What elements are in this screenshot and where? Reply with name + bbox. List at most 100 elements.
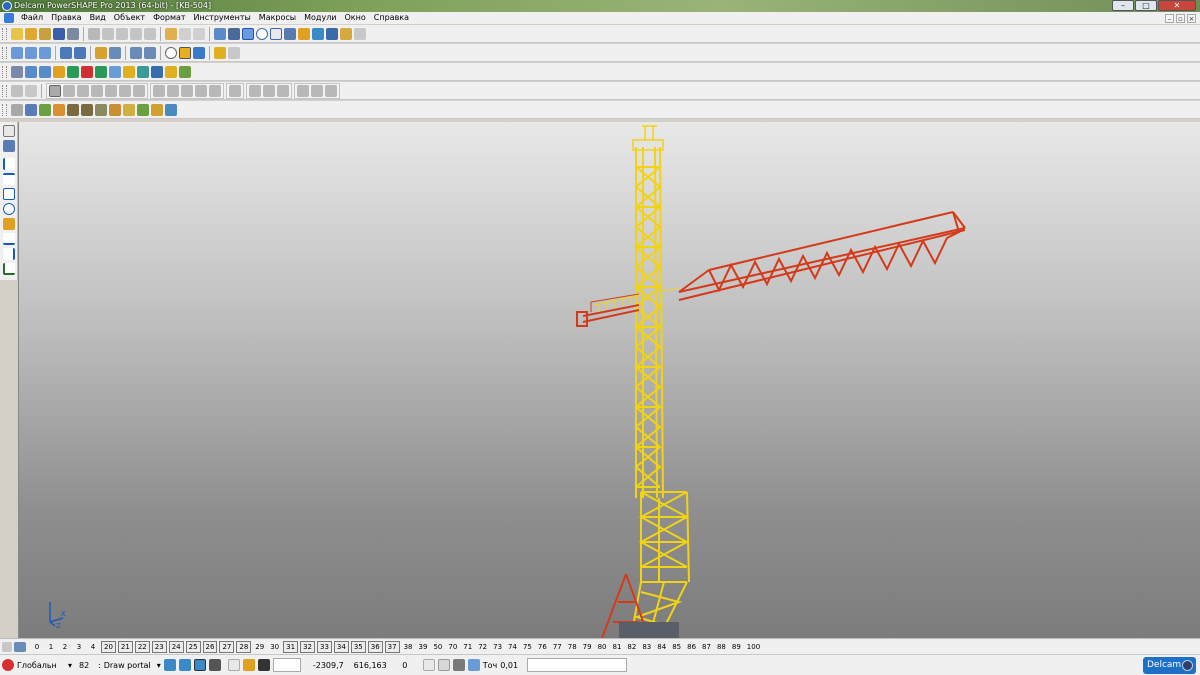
menu-help[interactable]: Справка	[370, 12, 413, 24]
workplane-tool-icon[interactable]	[3, 263, 15, 275]
tolerance-icon[interactable]	[467, 659, 480, 671]
menu-macros[interactable]: Макросы	[255, 12, 300, 24]
close-button[interactable]: ✕	[1158, 0, 1196, 11]
calculator-icon[interactable]	[11, 66, 23, 78]
level-button[interactable]: 3	[73, 642, 85, 652]
undo-icon[interactable]	[165, 28, 177, 40]
menu-file[interactable]: Файл	[17, 12, 47, 24]
surface-orange-icon[interactable]	[53, 104, 65, 116]
level-button[interactable]: 75	[521, 642, 534, 652]
level-button[interactable]: 89	[730, 642, 743, 652]
group-icon[interactable]	[137, 66, 149, 78]
tolerance-value[interactable]: 0,01	[500, 661, 524, 670]
gear-icon[interactable]	[242, 659, 255, 671]
levels-close-icon[interactable]	[2, 641, 12, 652]
menu-tools[interactable]: Инструменты	[190, 12, 255, 24]
clear-icon[interactable]	[452, 659, 465, 671]
grid-snap-icon[interactable]	[227, 659, 240, 671]
solid-view-2-icon[interactable]	[167, 85, 179, 97]
level-button[interactable]: 78	[566, 642, 579, 652]
level-button[interactable]: 35	[350, 640, 366, 653]
solid-view-5-icon[interactable]	[209, 85, 221, 97]
view-iso2-icon[interactable]	[25, 47, 37, 59]
delete-icon[interactable]	[144, 28, 156, 40]
surface-green-icon[interactable]	[39, 104, 51, 116]
toolbar-grip[interactable]	[2, 28, 7, 40]
solid-view-1-icon[interactable]	[153, 85, 165, 97]
graphics-viewport[interactable]: X Z	[18, 122, 1200, 638]
level-button[interactable]: 27	[219, 640, 235, 653]
vehicle-icon[interactable]	[81, 104, 93, 116]
menu-view[interactable]: Вид	[86, 12, 110, 24]
render-icon[interactable]	[193, 47, 205, 59]
dimension-icon[interactable]	[3, 233, 15, 245]
level-button[interactable]: 82	[625, 642, 638, 652]
level-button[interactable]: 23	[151, 640, 167, 653]
clip-2-icon[interactable]	[311, 85, 323, 97]
level-button[interactable]: 25	[185, 640, 201, 653]
level-button[interactable]: 86	[685, 642, 698, 652]
select-arrow-icon[interactable]	[3, 125, 15, 137]
clip-1-icon[interactable]	[297, 85, 309, 97]
assembly-icon[interactable]	[179, 66, 191, 78]
measure-icon[interactable]	[228, 28, 240, 40]
toolbar-grip[interactable]	[2, 66, 7, 78]
level-button[interactable]: 34	[333, 640, 349, 653]
solid-view-3-icon[interactable]	[181, 85, 193, 97]
level-button[interactable]: 74	[506, 642, 519, 652]
new-model-icon[interactable]	[11, 28, 23, 40]
parts-icon[interactable]	[95, 104, 107, 116]
level-button[interactable]: 33	[316, 640, 332, 653]
polyline-icon[interactable]	[3, 173, 15, 185]
shade-xray-icon[interactable]	[133, 85, 145, 97]
menu-edit[interactable]: Правка	[47, 12, 85, 24]
workplane-selector[interactable]: Глобальн	[17, 661, 65, 670]
mdi-restore-button[interactable]: ▫	[1176, 13, 1185, 23]
light-icon[interactable]	[214, 47, 226, 59]
tree-icon[interactable]	[137, 104, 149, 116]
level-button[interactable]: 37	[384, 640, 400, 653]
menu-modules[interactable]: Модули	[300, 12, 340, 24]
shade-flat-icon[interactable]	[77, 85, 89, 97]
paste-icon[interactable]	[116, 28, 128, 40]
level-button[interactable]: 87	[700, 642, 713, 652]
level-button[interactable]: 71	[461, 642, 474, 652]
level-button[interactable]: 30	[268, 642, 281, 652]
chart-icon[interactable]	[151, 104, 163, 116]
document-icon[interactable]	[4, 13, 14, 23]
shade-wire-icon[interactable]	[63, 85, 75, 97]
mdi-close-button[interactable]: ×	[1187, 13, 1196, 23]
grid-icon[interactable]	[123, 104, 135, 116]
flag-icon[interactable]	[25, 85, 37, 97]
edit-icon[interactable]	[130, 28, 142, 40]
level-button[interactable]: 31	[283, 640, 299, 653]
sphere-green-icon[interactable]	[67, 66, 79, 78]
level-button[interactable]: 1	[45, 642, 57, 652]
general-edit-icon[interactable]	[3, 140, 15, 152]
shade-edge-icon[interactable]	[105, 85, 117, 97]
section-2-icon[interactable]	[263, 85, 275, 97]
clip-3-icon[interactable]	[325, 85, 337, 97]
arc-icon[interactable]	[270, 28, 282, 40]
feature-tree-icon[interactable]	[11, 104, 23, 116]
delcam-logo[interactable]: Delcam	[1143, 657, 1196, 674]
wireframe-icon[interactable]	[298, 28, 310, 40]
shading-icon[interactable]	[179, 47, 191, 59]
document-new-icon[interactable]	[25, 66, 37, 78]
level-button[interactable]: 22	[134, 640, 150, 653]
command-input[interactable]	[527, 658, 628, 672]
menu-window[interactable]: Окно	[341, 12, 370, 24]
machine-icon[interactable]	[67, 104, 79, 116]
mdi-minimize-button[interactable]: –	[1165, 13, 1174, 23]
app-icon[interactable]	[2, 1, 12, 11]
circle-icon[interactable]	[256, 28, 268, 40]
workplane-dropdown-icon[interactable]: ▾	[68, 661, 72, 670]
minimize-button[interactable]: –	[1112, 0, 1134, 11]
solid-view-4-icon[interactable]	[195, 85, 207, 97]
snap-2-icon[interactable]	[178, 659, 191, 671]
export-icon[interactable]	[165, 66, 177, 78]
level-button[interactable]: 85	[670, 642, 683, 652]
pointer-icon[interactable]	[242, 28, 254, 40]
next-icon[interactable]	[109, 66, 121, 78]
toolbar-grip[interactable]	[2, 47, 7, 59]
